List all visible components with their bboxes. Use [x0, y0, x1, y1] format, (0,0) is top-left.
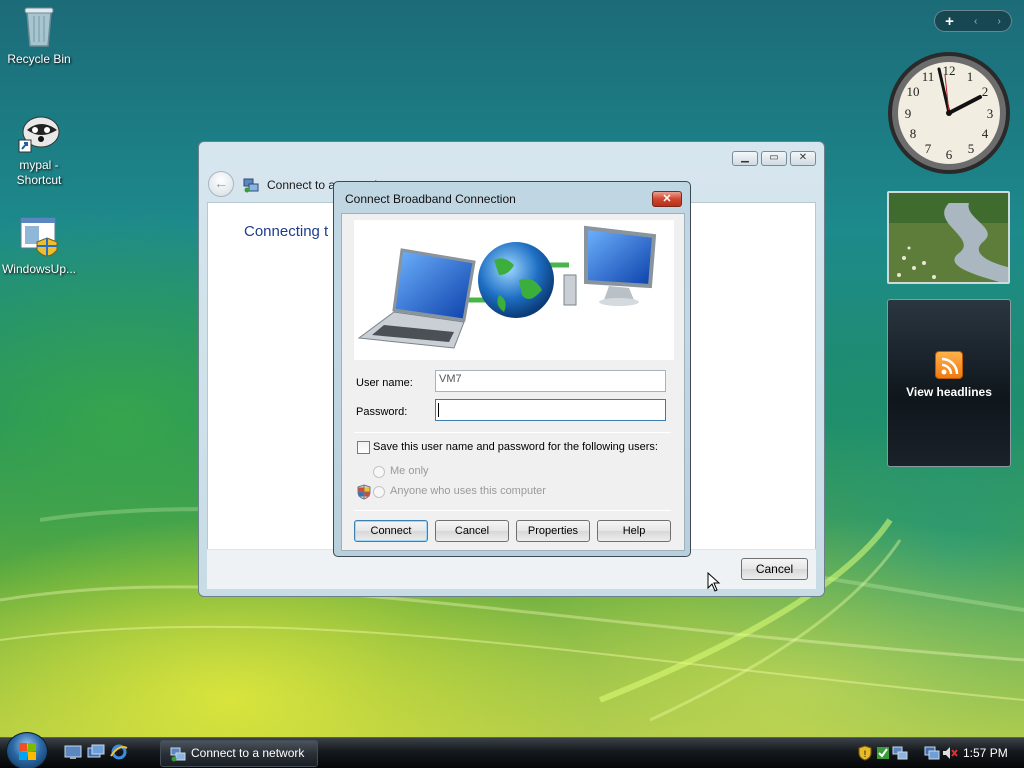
- add-gadget-button[interactable]: +: [945, 13, 954, 30]
- clock-gadget[interactable]: 12 1 2 345 678 9 10 11: [886, 50, 1012, 176]
- dialog-title: Connect Broadband Connection: [345, 192, 516, 206]
- taskbar-button-connect-to-network[interactable]: Connect to a network: [160, 740, 318, 767]
- slideshow-gadget[interactable]: [887, 191, 1010, 284]
- anyone-label: Anyone who uses this computer: [390, 485, 546, 497]
- network-icon: [243, 178, 259, 193]
- volume-muted-icon[interactable]: [942, 746, 958, 760]
- desktop-icon-mypal-shortcut[interactable]: mypal - Shortcut: [0, 110, 78, 188]
- password-label: Password:: [356, 406, 408, 418]
- show-desktop-icon[interactable]: [64, 743, 82, 761]
- start-button[interactable]: [6, 732, 48, 768]
- me-only-label: Me only: [390, 465, 429, 477]
- cancel-button[interactable]: Cancel: [435, 520, 509, 542]
- save-credentials-label: Save this user name and password for the…: [373, 441, 658, 453]
- taskbar-button-label: Connect to a network: [191, 746, 305, 760]
- system-tray: ! 1:57 PM: [852, 740, 1024, 767]
- internet-explorer-icon[interactable]: [110, 743, 128, 761]
- network-icon: [170, 747, 186, 762]
- window-cancel-button[interactable]: Cancel: [741, 558, 808, 580]
- svg-text:4: 4: [982, 126, 989, 141]
- svg-text:1: 1: [967, 69, 974, 84]
- svg-text:8: 8: [910, 126, 917, 141]
- windows-logo-icon: [19, 743, 36, 760]
- svg-text:!: !: [864, 749, 867, 759]
- window-controls: ▁ ▭ ✕: [732, 151, 816, 166]
- back-button[interactable]: ←: [208, 171, 234, 197]
- svg-text:6: 6: [946, 147, 953, 162]
- switch-windows-icon[interactable]: [87, 743, 105, 761]
- desktop-icon-label: Recycle Bin: [7, 52, 71, 66]
- uac-shield-icon: [357, 484, 371, 500]
- maximize-button[interactable]: ▭: [761, 151, 787, 166]
- windows-update-icon: [17, 214, 61, 258]
- mouse-cursor: [707, 572, 721, 592]
- previous-gadget-button[interactable]: ‹: [974, 16, 977, 27]
- minimize-button[interactable]: ▁: [732, 151, 758, 166]
- desktop-icon-label: mypal - Shortcut: [16, 158, 62, 187]
- view-headlines-label[interactable]: View headlines: [888, 385, 1010, 399]
- svg-text:10: 10: [907, 84, 920, 99]
- password-field[interactable]: [435, 399, 666, 421]
- svg-text:2: 2: [982, 84, 989, 99]
- username-label: User name:: [356, 377, 413, 389]
- properties-button[interactable]: Properties: [516, 520, 590, 542]
- network-tray-icon[interactable]: [892, 746, 908, 760]
- svg-text:9: 9: [905, 106, 912, 121]
- desktop-icon-label: WindowsUp...: [1, 262, 77, 276]
- anyone-radio[interactable]: [373, 486, 385, 498]
- svg-text:5: 5: [968, 141, 975, 156]
- separator: [354, 432, 671, 433]
- svg-text:12: 12: [943, 63, 956, 78]
- username-field[interactable]: VM7: [435, 370, 666, 392]
- dialog-close-button[interactable]: ✕: [652, 191, 682, 207]
- next-gadget-button[interactable]: ›: [998, 16, 1001, 27]
- help-button[interactable]: Help: [597, 520, 671, 542]
- sidebar-controls: + ‹ ›: [934, 10, 1012, 32]
- separator: [354, 510, 671, 511]
- windows-update-tray-icon[interactable]: [876, 746, 890, 760]
- system-clock[interactable]: 1:57 PM: [963, 746, 1008, 760]
- rss-icon: [935, 351, 963, 379]
- feed-headlines-gadget[interactable]: View headlines: [887, 299, 1011, 467]
- svg-text:7: 7: [925, 141, 932, 156]
- network-banner-image: [354, 220, 674, 360]
- connecting-heading: Connecting t: [244, 223, 329, 240]
- close-button[interactable]: ✕: [790, 151, 816, 166]
- desktop-icon-windows-update[interactable]: WindowsUp...: [0, 214, 78, 277]
- raccoon-icon: [17, 110, 61, 154]
- broadband-connection-dialog: Connect Broadband Connection ✕ User name…: [333, 181, 691, 557]
- connect-button[interactable]: Connect: [354, 520, 428, 542]
- svg-text:11: 11: [922, 69, 935, 84]
- save-credentials-checkbox[interactable]: [357, 441, 370, 454]
- desktop-icon-recycle-bin[interactable]: Recycle Bin: [0, 4, 78, 67]
- svg-text:3: 3: [987, 106, 994, 121]
- connection-status-icon[interactable]: [924, 746, 940, 760]
- me-only-radio[interactable]: [373, 466, 385, 478]
- text-caret: [438, 403, 439, 417]
- back-arrow-icon: ←: [214, 175, 228, 191]
- recycle-bin-icon: [17, 4, 61, 48]
- security-alert-icon[interactable]: !: [858, 745, 872, 761]
